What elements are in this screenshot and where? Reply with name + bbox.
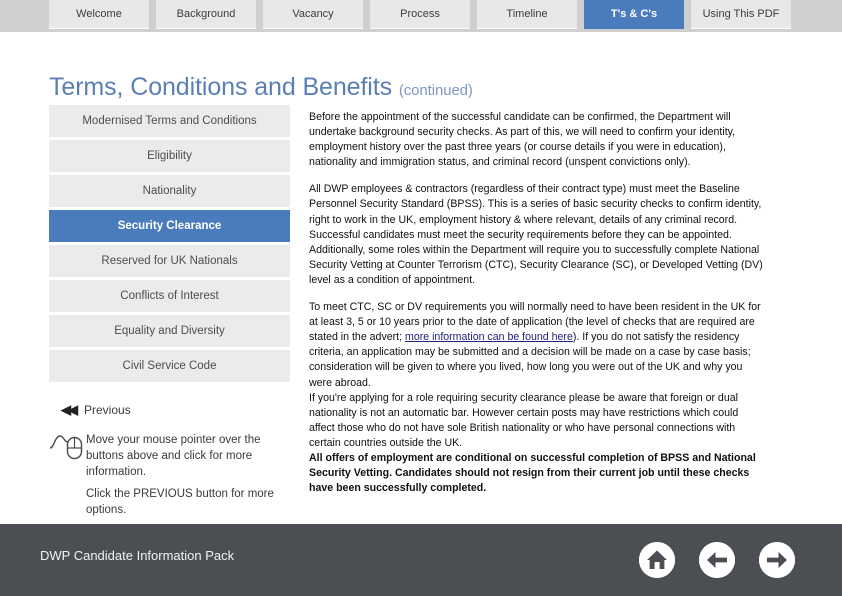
paragraph-4: If you're applying for a role requiring …: [309, 391, 739, 449]
menu-item-nationality[interactable]: Nationality: [49, 175, 290, 207]
page-title-continued: (continued): [398, 82, 473, 99]
footer-title: DWP Candidate Information Pack: [40, 548, 235, 563]
previous-button[interactable]: ◀◀ Previous: [61, 400, 131, 420]
menu-item-modernised-terms-and-conditions[interactable]: Modernised Terms and Conditions: [49, 105, 290, 137]
page-title: Terms, Conditions and Benefits (continue…: [49, 73, 473, 102]
tab-timeline[interactable]: Timeline: [477, 0, 577, 29]
previous-hint-text: Click the PREVIOUS button for more optio…: [86, 488, 274, 516]
double-chevron-left-icon: ◀◀: [61, 402, 78, 417]
home-icon[interactable]: [639, 542, 675, 578]
tab-background[interactable]: Background: [156, 0, 256, 29]
section-menu: Modernised Terms and Conditions Eligibili…: [49, 105, 290, 385]
mouse-pointer-icon: [48, 430, 86, 464]
content-body: Before the appointment of the successful…: [309, 110, 765, 496]
arrow-right-icon[interactable]: [759, 542, 795, 578]
tab-t-s-c-s[interactable]: T's & C's: [584, 0, 684, 29]
tab-using-this-pdf[interactable]: Using This PDF: [691, 0, 791, 29]
menu-item-civil-service-code[interactable]: Civil Service Code: [49, 350, 290, 382]
tab-vacancy[interactable]: Vacancy: [263, 0, 363, 29]
paragraph-1: Before the appointment of the successful…: [309, 111, 736, 169]
tab-welcome[interactable]: Welcome: [49, 0, 149, 29]
menu-item-reserved-for-uk-nationals[interactable]: Reserved for UK Nationals: [49, 245, 290, 277]
arrow-left-icon[interactable]: [699, 542, 735, 578]
top-tab-bar: Welcome Background Vacancy Process Timeline T…: [0, 0, 842, 32]
menu-item-eligibility[interactable]: Eligibility: [49, 140, 290, 172]
paragraph-3: To meet CTC, SC or DV requirements you w…: [309, 300, 765, 391]
paragraph-2: All DWP employees & contractors (regardl…: [309, 183, 763, 286]
tab-process[interactable]: Process: [370, 0, 470, 29]
menu-item-security-clearance[interactable]: Security Clearance: [49, 210, 290, 242]
menu-item-conflicts-of-interest[interactable]: Conflicts of Interest: [49, 280, 290, 312]
menu-item-equality-and-diversity[interactable]: Equality and Diversity: [49, 315, 290, 347]
mouse-hint-text: Move your mouse pointer over the buttons…: [86, 434, 261, 478]
previous-label: Previous: [84, 403, 131, 417]
paragraph-5: All offers of employment are conditional…: [309, 451, 756, 495]
more-information-link[interactable]: more information can be found here: [405, 331, 573, 343]
page-title-text: Terms, Conditions and Benefits: [49, 73, 393, 101]
